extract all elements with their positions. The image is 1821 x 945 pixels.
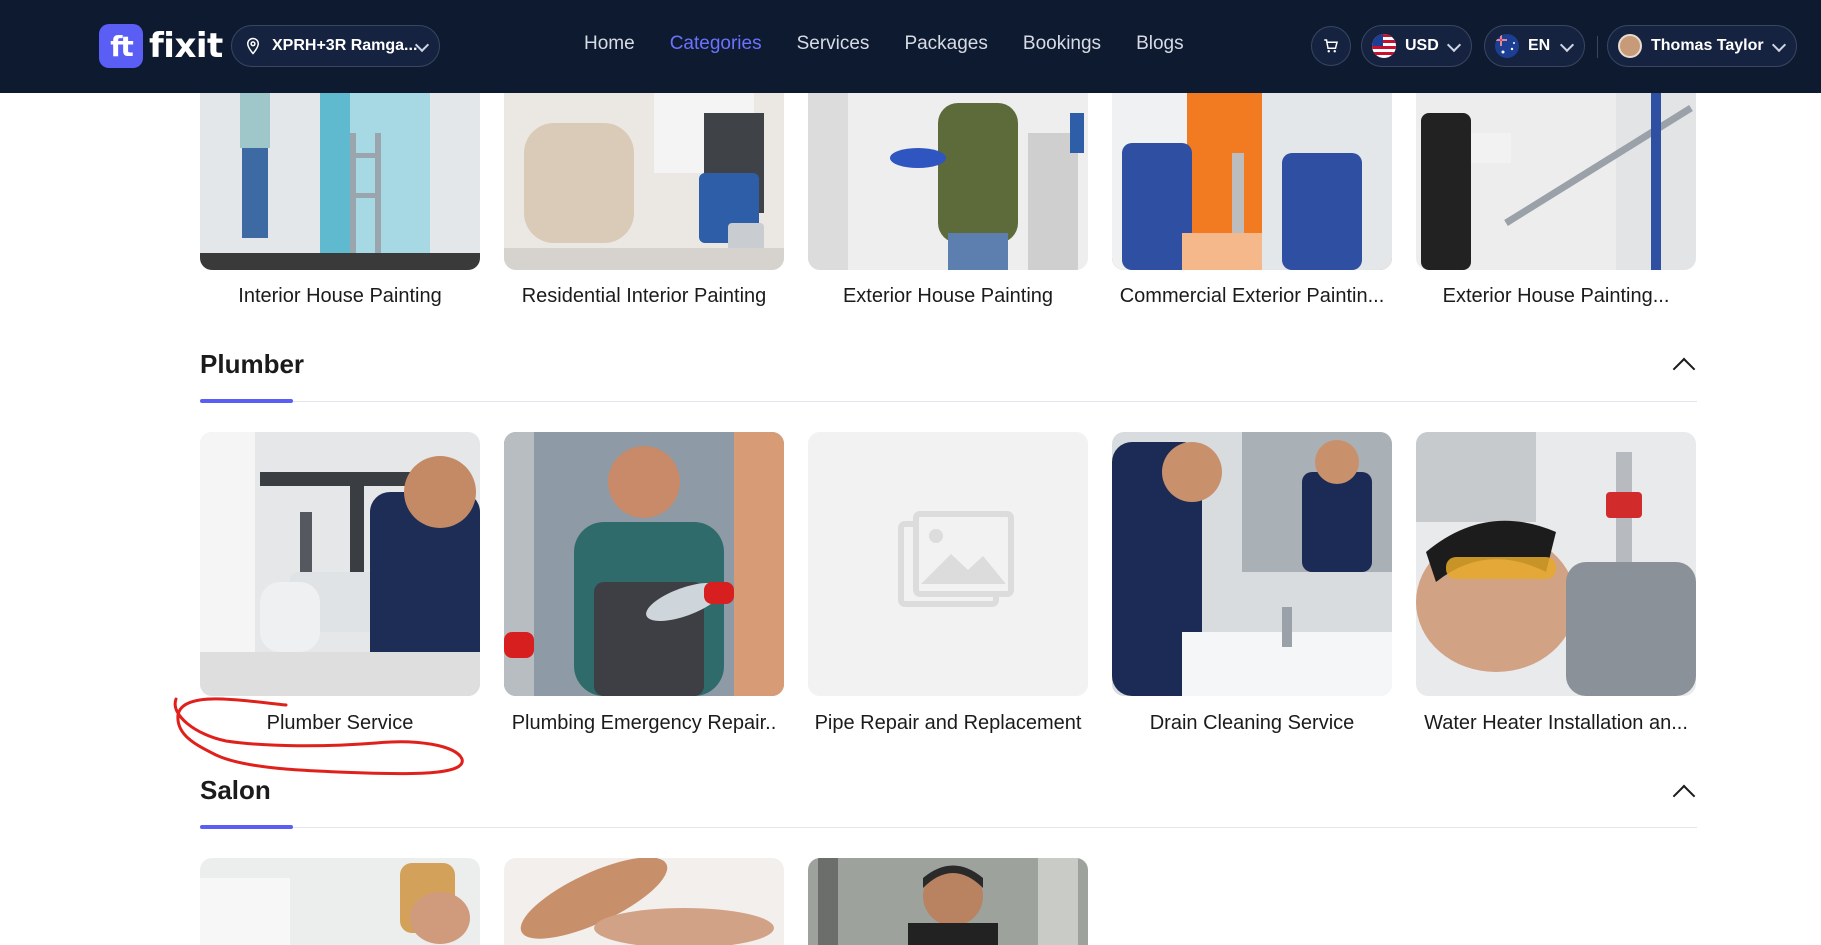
service-card[interactable]	[200, 858, 480, 945]
nav-home[interactable]: Home	[584, 33, 635, 55]
service-card[interactable]	[504, 858, 784, 945]
service-image	[1112, 432, 1392, 696]
service-card[interactable]	[808, 858, 1088, 945]
service-image	[504, 93, 784, 270]
logo-mark: ft	[99, 24, 143, 68]
location-text: XPRH+3R Ramga...	[272, 37, 418, 54]
service-card-plumber-service[interactable]: Plumber Service	[200, 432, 480, 734]
section-divider	[200, 827, 1697, 828]
currency-selector[interactable]: USD	[1361, 25, 1472, 67]
service-title[interactable]: Exterior House Painting	[798, 285, 1098, 308]
service-card[interactable]: Pipe Repair and Replacement	[808, 432, 1088, 734]
service-image	[808, 858, 1088, 945]
service-card[interactable]: Plumbing Emergency Repair..	[504, 432, 784, 734]
category-content: Interior House Painting Residential Inte…	[0, 93, 1821, 945]
cart-icon	[1324, 39, 1338, 53]
service-image	[200, 432, 480, 696]
australia-flag-icon	[1495, 34, 1519, 58]
chevron-up-icon[interactable]	[1672, 357, 1696, 381]
location-selector[interactable]: XPRH+3R Ramga...	[231, 25, 440, 67]
service-card[interactable]: Interior House Painting	[200, 93, 480, 307]
service-image	[200, 93, 480, 270]
nav-categories[interactable]: Categories	[670, 33, 762, 55]
service-title[interactable]: Exterior House Painting...	[1406, 285, 1706, 308]
avatar	[1618, 34, 1642, 58]
service-card[interactable]: Residential Interior Painting	[504, 93, 784, 307]
service-title[interactable]: Drain Cleaning Service	[1102, 712, 1402, 735]
image-placeholder-icon	[808, 432, 1088, 696]
service-image	[504, 858, 784, 945]
language-label: EN	[1528, 37, 1551, 54]
currency-label: USD	[1405, 37, 1439, 54]
header-divider	[1597, 36, 1598, 58]
service-image	[1416, 432, 1696, 696]
service-card[interactable]: Drain Cleaning Service	[1112, 432, 1392, 734]
logo-text: fixit	[149, 26, 223, 66]
logo[interactable]: ft fixit	[99, 24, 223, 68]
service-image	[808, 93, 1088, 270]
nav-blogs[interactable]: Blogs	[1136, 33, 1184, 55]
top-navbar: ft fixit XPRH+3R Ramga... Home Categorie…	[0, 0, 1821, 93]
service-title[interactable]: Interior House Painting	[190, 285, 490, 308]
image-placeholder	[808, 432, 1088, 696]
service-image	[1416, 93, 1696, 270]
service-title[interactable]: Plumber Service	[190, 712, 490, 735]
location-pin-icon	[246, 37, 260, 55]
service-image	[504, 432, 784, 696]
user-menu[interactable]: Thomas Taylor	[1607, 25, 1797, 67]
section-title-plumber: Plumber	[200, 349, 305, 379]
section-accent-bar	[200, 825, 293, 829]
nav-bookings[interactable]: Bookings	[1023, 33, 1101, 55]
service-title[interactable]: Commercial Exterior Paintin...	[1102, 285, 1402, 308]
service-card[interactable]: Water Heater Installation an...	[1416, 432, 1696, 734]
service-image	[1112, 93, 1392, 270]
service-title[interactable]: Water Heater Installation an...	[1406, 712, 1706, 735]
service-image	[200, 858, 480, 945]
chevron-up-icon[interactable]	[1672, 784, 1696, 808]
section-title-salon: Salon	[200, 775, 271, 805]
section-divider	[200, 401, 1697, 402]
main-nav: Home Categories Services Packages Bookin…	[584, 33, 1219, 55]
service-title[interactable]: Plumbing Emergency Repair..	[494, 712, 794, 735]
service-card[interactable]: Exterior House Painting...	[1416, 93, 1696, 307]
service-card[interactable]: Exterior House Painting	[808, 93, 1088, 307]
user-name: Thomas Taylor	[1651, 37, 1764, 54]
service-card[interactable]: Commercial Exterior Paintin...	[1112, 93, 1392, 307]
us-flag-icon	[1372, 34, 1396, 58]
nav-packages[interactable]: Packages	[904, 33, 987, 55]
chevron-down-icon	[1771, 37, 1787, 53]
chevron-down-icon	[1446, 37, 1462, 53]
nav-services[interactable]: Services	[797, 33, 870, 55]
chevron-down-icon	[1559, 37, 1575, 53]
service-title[interactable]: Pipe Repair and Replacement	[798, 712, 1098, 735]
service-title[interactable]: Residential Interior Painting	[494, 285, 794, 308]
language-selector[interactable]: EN	[1484, 25, 1585, 67]
cart-button[interactable]	[1311, 26, 1351, 66]
section-accent-bar	[200, 399, 293, 403]
